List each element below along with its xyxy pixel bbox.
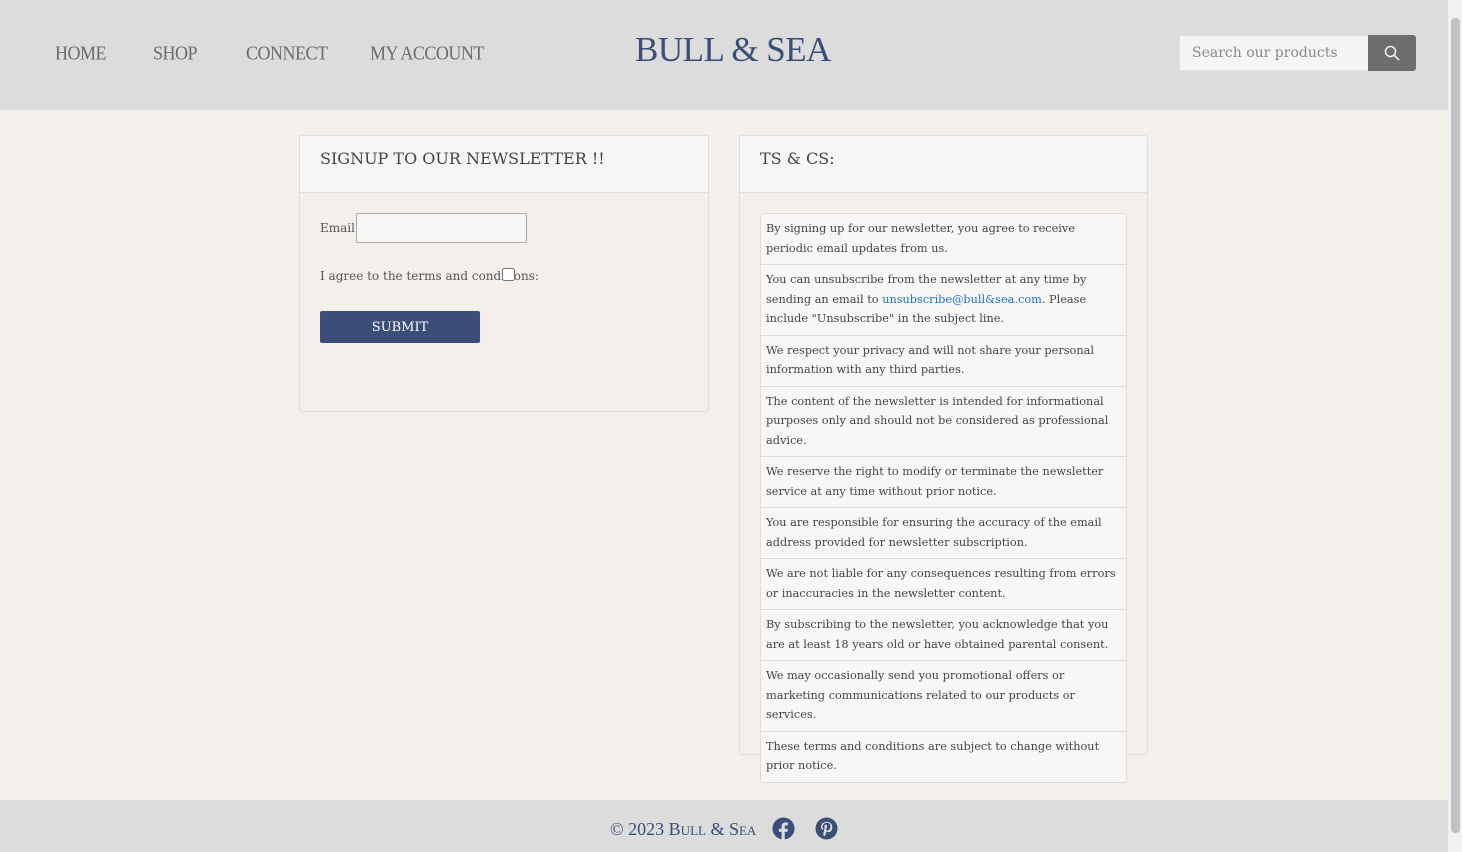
terms-item: We reserve the right to modify or termin…	[761, 457, 1126, 508]
terms-item: You are responsible for ensuring the acc…	[761, 508, 1126, 559]
search-icon	[1384, 45, 1400, 61]
nav-my-account[interactable]: MY ACCOUNT	[370, 42, 484, 65]
terms-item: We respect your privacy and will not sha…	[761, 336, 1126, 387]
logo[interactable]: BULL & SEA	[635, 30, 831, 70]
search-button[interactable]	[1368, 35, 1416, 71]
header: HOME SHOP CONNECT MY ACCOUNT BULL & SEA	[0, 0, 1448, 110]
terms-item: The content of the newsletter is intende…	[761, 387, 1126, 457]
terms-list: By signing up for our newsletter, you ag…	[760, 213, 1127, 783]
terms-item-unsubscribe: You can unsubscribe from the newsletter …	[761, 265, 1126, 336]
terms-item: By subscribing to the newsletter, you ac…	[761, 610, 1126, 661]
email-label: Email:	[320, 221, 360, 235]
footer: © 2023 Bull & Sea	[0, 800, 1448, 852]
newsletter-panel: SIGNUP TO OUR NEWSLETTER !! Email: I agr…	[299, 135, 709, 412]
terms-item: We are not liable for any consequences r…	[761, 559, 1126, 610]
unsubscribe-email-link[interactable]: unsubscribe@bull&sea.com	[882, 293, 1042, 306]
nav-home[interactable]: HOME	[55, 42, 107, 65]
agree-checkbox[interactable]	[502, 268, 515, 281]
terms-item: We may occasionally send you promotional…	[761, 661, 1126, 732]
pinterest-icon[interactable]	[815, 817, 838, 840]
terms-panel: TS & CS: By signing up for our newslette…	[739, 135, 1148, 783]
copyright: © 2023 Bull & Sea	[610, 819, 757, 839]
newsletter-title: SIGNUP TO OUR NEWSLETTER !!	[300, 136, 708, 193]
email-field[interactable]	[356, 213, 527, 243]
search-input[interactable]	[1179, 35, 1369, 71]
terms-item: These terms and conditions are subject t…	[766, 739, 1100, 773]
scrollbar-thumb[interactable]	[1451, 18, 1460, 833]
nav-connect[interactable]: CONNECT	[246, 42, 328, 65]
facebook-icon[interactable]	[772, 817, 795, 840]
terms-item: By signing up for our newsletter, you ag…	[761, 214, 1126, 265]
submit-button[interactable]: SUBMIT	[320, 311, 480, 343]
nav-shop[interactable]: SHOP	[153, 42, 198, 65]
terms-title: TS & CS:	[740, 136, 1147, 193]
